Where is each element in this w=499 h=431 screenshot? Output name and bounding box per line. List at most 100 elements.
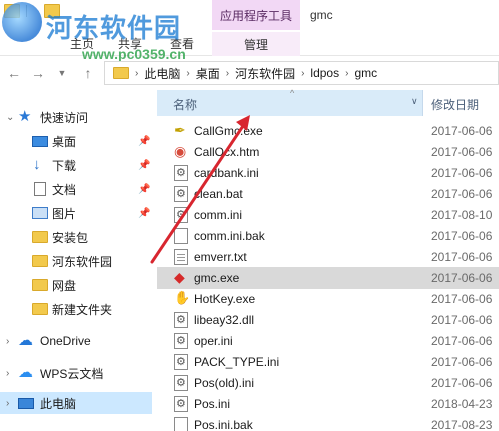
breadcrumb-desktop[interactable]: 桌面 xyxy=(196,65,220,82)
window-title: gmc xyxy=(310,8,333,22)
ribbon-tabs: 主页 共享 查看 管理 xyxy=(0,32,499,56)
nav-this-pc[interactable]: › 此电脑 xyxy=(0,392,152,414)
file-row[interactable]: libeay32.dll 2017-06-06 xyxy=(157,309,499,331)
column-name-label: 名称 xyxy=(173,98,198,112)
chevron-right-icon[interactable]: › xyxy=(6,368,9,379)
nav-label: 网盘 xyxy=(52,278,77,293)
forward-arrow-icon[interactable]: → xyxy=(30,64,46,82)
file-icon xyxy=(174,228,188,244)
back-arrow-icon[interactable]: ← xyxy=(6,64,22,82)
hotkey-exe-icon xyxy=(174,290,190,307)
column-date[interactable]: 修改日期 xyxy=(431,96,479,113)
folder-icon xyxy=(113,67,129,79)
nav-label: 新建文件夹 xyxy=(52,302,113,317)
file-icon xyxy=(174,417,188,431)
file-row[interactable]: HotKey.exe 2017-06-06 xyxy=(157,288,499,310)
file-row[interactable]: CallOcx.htm 2017-06-06 xyxy=(157,141,499,163)
config-file-icon xyxy=(174,375,188,391)
file-date: 2017-06-06 xyxy=(431,229,493,243)
nav-wps-cloud[interactable]: › ☁ WPS云文档 xyxy=(0,362,152,384)
file-date: 2017-06-06 xyxy=(431,250,493,264)
nav-item-install-packages[interactable]: 安装包 xyxy=(0,226,152,248)
file-name: oper.ini xyxy=(194,334,233,348)
context-tab-header: 应用程序工具 xyxy=(212,0,300,30)
nav-item-documents[interactable]: 文档 📌 xyxy=(0,178,152,200)
nav-label: 文档 xyxy=(52,182,77,197)
chevron-down-icon[interactable]: ⌄ xyxy=(6,112,14,123)
breadcrumb-ldpos[interactable]: ldpos xyxy=(310,66,339,80)
file-name: Pos.ini.bak xyxy=(194,418,253,431)
desktop-icon xyxy=(32,135,48,147)
chevron-right-icon[interactable]: › xyxy=(226,68,229,79)
file-row[interactable]: cardbank.ini 2017-06-06 xyxy=(157,162,499,184)
file-list: ^ 名称 ∨ 修改日期 CallGmc.exe2017-06-06CallOcx… xyxy=(157,88,499,431)
pin-icon[interactable]: 📌 xyxy=(138,160,150,171)
file-name: libeay32.dll xyxy=(194,313,255,327)
nav-onedrive[interactable]: › ☁ OneDrive xyxy=(0,330,152,352)
breadcrumb-gmc[interactable]: gmc xyxy=(354,66,377,80)
file-name: HotKey.exe xyxy=(194,292,256,306)
tab-share[interactable]: 共享 xyxy=(118,35,142,52)
nav-label: OneDrive xyxy=(40,334,91,348)
tab-manage[interactable]: 管理 xyxy=(212,32,300,56)
chevron-right-icon[interactable]: › xyxy=(186,68,189,79)
gmc-exe-icon xyxy=(174,269,188,286)
file-row[interactable]: oper.ini 2017-06-06 xyxy=(157,330,499,352)
recent-chevron-down-icon[interactable]: ▼ xyxy=(54,64,70,82)
file-date: 2017-06-06 xyxy=(431,334,493,348)
chevron-right-icon[interactable]: › xyxy=(301,68,304,79)
nav-quick-access[interactable]: ⌄ ★ 快速访问 xyxy=(0,106,152,128)
file-row[interactable]: CallGmc.exe 2017-06-06 xyxy=(157,120,499,142)
callgmc-exe-icon xyxy=(174,122,188,139)
breadcrumb-this-pc[interactable]: 此电脑 xyxy=(144,65,180,82)
wps-cloud-icon: ☁ xyxy=(18,364,33,381)
file-row[interactable]: Pos.ini.bak 2017-08-23 xyxy=(157,414,499,431)
batch-file-icon xyxy=(174,186,188,202)
file-name: cardbank.ini xyxy=(194,166,259,180)
file-row[interactable]: comm.ini.bak 2017-06-06 xyxy=(157,225,499,247)
file-row[interactable]: clean.bat 2017-06-06 xyxy=(157,183,499,205)
nav-item-pictures[interactable]: 图片 📌 xyxy=(0,202,152,224)
file-row[interactable]: Pos(old).ini 2017-06-06 xyxy=(157,372,499,394)
file-row[interactable]: comm.ini 2017-08-10 xyxy=(157,204,499,226)
folder-icon xyxy=(32,303,48,315)
pin-icon[interactable]: 📌 xyxy=(138,208,150,219)
navigation-pane: ⌄ ★ 快速访问 桌面 📌 ↓ 下载 📌 文档 📌 图片 📌 安装包 河东软件园… xyxy=(0,96,152,431)
up-arrow-icon[interactable]: ↑ xyxy=(80,64,96,82)
folder-icon[interactable] xyxy=(4,4,20,18)
column-name[interactable]: ^ 名称 ∨ xyxy=(157,88,423,116)
pin-icon[interactable]: 📌 xyxy=(138,184,150,195)
file-date: 2017-06-06 xyxy=(431,355,493,369)
pin-icon[interactable]: 📌 xyxy=(138,136,150,147)
chevron-down-icon[interactable]: ∨ xyxy=(411,96,418,107)
file-date: 2017-06-06 xyxy=(431,187,493,201)
file-date: 2017-08-10 xyxy=(431,208,493,222)
new-folder-icon[interactable] xyxy=(44,4,60,18)
nav-item-netdisk[interactable]: 网盘 xyxy=(0,274,152,296)
folder-icon xyxy=(32,279,48,291)
column-header: ^ 名称 ∨ 修改日期 xyxy=(157,88,499,116)
tab-view[interactable]: 查看 xyxy=(170,35,194,52)
file-date: 2017-06-06 xyxy=(431,145,493,159)
breadcrumb-hedong[interactable]: 河东软件园 xyxy=(235,65,295,82)
nav-item-hedong[interactable]: 河东软件园 xyxy=(0,250,152,272)
chevron-right-icon[interactable]: › xyxy=(135,68,138,79)
dll-file-icon xyxy=(174,312,188,328)
nav-item-new-folder[interactable]: 新建文件夹 xyxy=(0,298,152,320)
tab-home[interactable]: 主页 xyxy=(70,35,94,52)
chevron-right-icon[interactable]: › xyxy=(345,68,348,79)
chevron-right-icon[interactable]: › xyxy=(6,336,9,347)
nav-label: 此电脑 xyxy=(40,396,77,411)
chevron-right-icon[interactable]: › xyxy=(6,398,9,409)
file-row[interactable]: PACK_TYPE.ini 2017-06-06 xyxy=(157,351,499,373)
address-bar[interactable]: › 此电脑 › 桌面 › 河东软件园 › ldpos › gmc xyxy=(104,61,499,85)
html-file-icon xyxy=(174,143,188,160)
file-row[interactable]: emverr.txt 2017-06-06 xyxy=(157,246,499,268)
pictures-icon xyxy=(32,207,48,219)
file-row[interactable]: gmc.exe 2017-06-06 xyxy=(157,267,499,289)
file-row[interactable]: Pos.ini 2018-04-23 xyxy=(157,393,499,415)
nav-item-downloads[interactable]: ↓ 下载 📌 xyxy=(0,154,152,176)
file-name: CallOcx.htm xyxy=(194,145,260,159)
nav-item-desktop[interactable]: 桌面 📌 xyxy=(0,130,152,152)
cloud-icon: ☁ xyxy=(18,332,33,349)
